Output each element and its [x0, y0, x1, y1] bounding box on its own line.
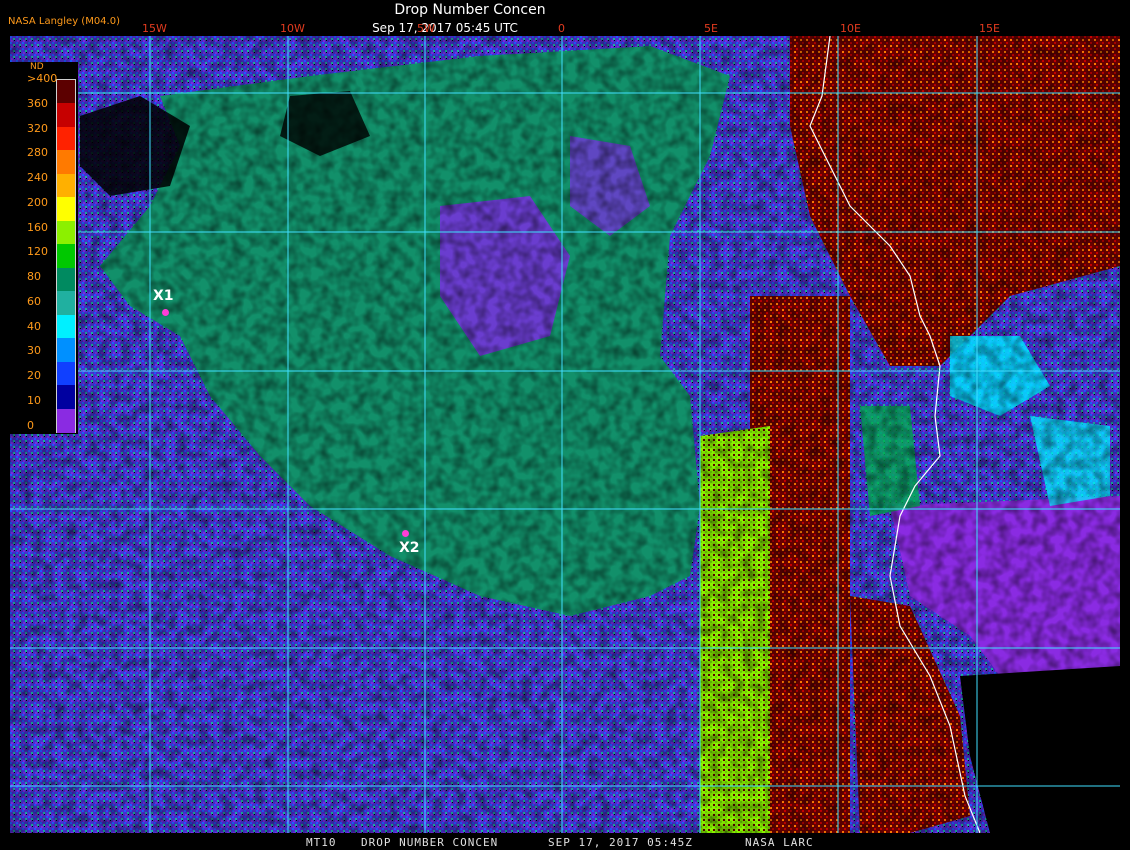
map-datetime: Sep 17, 2017 05:45 UTC — [372, 21, 518, 35]
legend-label: 0 — [27, 418, 34, 432]
legend-swatch — [57, 126, 75, 151]
footer-source: NASA LARC — [745, 836, 814, 849]
legend-swatch — [57, 291, 75, 316]
legend-swatch — [57, 197, 75, 222]
texture-overlay — [10, 36, 1120, 833]
color-legend: ND >400 360 320 280 240 200 160 120 80 60 40 30 20 10… — [8, 62, 78, 434]
legend-swatch — [57, 314, 75, 339]
map-title: Drop Number Concen — [394, 2, 546, 18]
legend-swatch — [57, 338, 75, 363]
legend-swatch — [57, 361, 75, 386]
longitude-label-0: 0 — [558, 22, 565, 35]
longitude-label-15e: 15E — [979, 22, 1000, 35]
legend-swatch — [57, 173, 75, 198]
legend-swatch — [57, 385, 75, 410]
longitude-label-5w: 5W — [417, 22, 435, 35]
marker-label-x2: X2 — [399, 540, 420, 556]
legend-swatch — [57, 408, 75, 433]
legend-label: 40 — [27, 319, 41, 333]
marker-dot-x2 — [402, 530, 409, 537]
legend-swatch — [57, 80, 75, 104]
legend-label: >400 — [27, 72, 58, 85]
legend-label: 200 — [27, 195, 48, 209]
header-bar: NASA Langley (M04.0) Drop Number Concen … — [0, 0, 1130, 36]
legend-label: 280 — [27, 146, 48, 160]
legend-label: 20 — [27, 369, 41, 383]
legend-swatch — [57, 220, 75, 245]
longitude-label-15w: 15W — [142, 22, 167, 35]
legend-label: 360 — [27, 96, 48, 110]
footer-date: SEP 17, 2017 05:45Z — [548, 836, 693, 849]
footer-product: MT10 — [306, 836, 337, 849]
legend-title: ND — [30, 62, 44, 72]
marker-dot-x1 — [162, 309, 169, 316]
legend-label: 60 — [27, 294, 41, 308]
legend-label: 30 — [27, 344, 41, 358]
legend-color-bar — [56, 79, 76, 433]
footer-field: DROP NUMBER CONCEN — [361, 836, 499, 849]
legend-swatch — [57, 244, 75, 269]
longitude-label-10e: 10E — [840, 22, 861, 35]
footer-bar: MT10 DROP NUMBER CONCEN SEP 17, 2017 05:… — [0, 835, 1130, 850]
legend-label: 10 — [27, 393, 41, 407]
legend-label: 160 — [27, 220, 48, 234]
legend-swatch — [57, 150, 75, 175]
satellite-map — [10, 36, 1120, 833]
legend-label: 120 — [27, 245, 48, 259]
legend-label: 240 — [27, 171, 48, 185]
longitude-label-10w: 10W — [280, 22, 305, 35]
legend-swatch — [57, 267, 75, 292]
marker-label-x1: X1 — [153, 288, 174, 304]
legend-swatch — [57, 103, 75, 128]
longitude-label-5e: 5E — [704, 22, 718, 35]
legend-label: 80 — [27, 270, 41, 284]
legend-label: 320 — [27, 121, 48, 135]
